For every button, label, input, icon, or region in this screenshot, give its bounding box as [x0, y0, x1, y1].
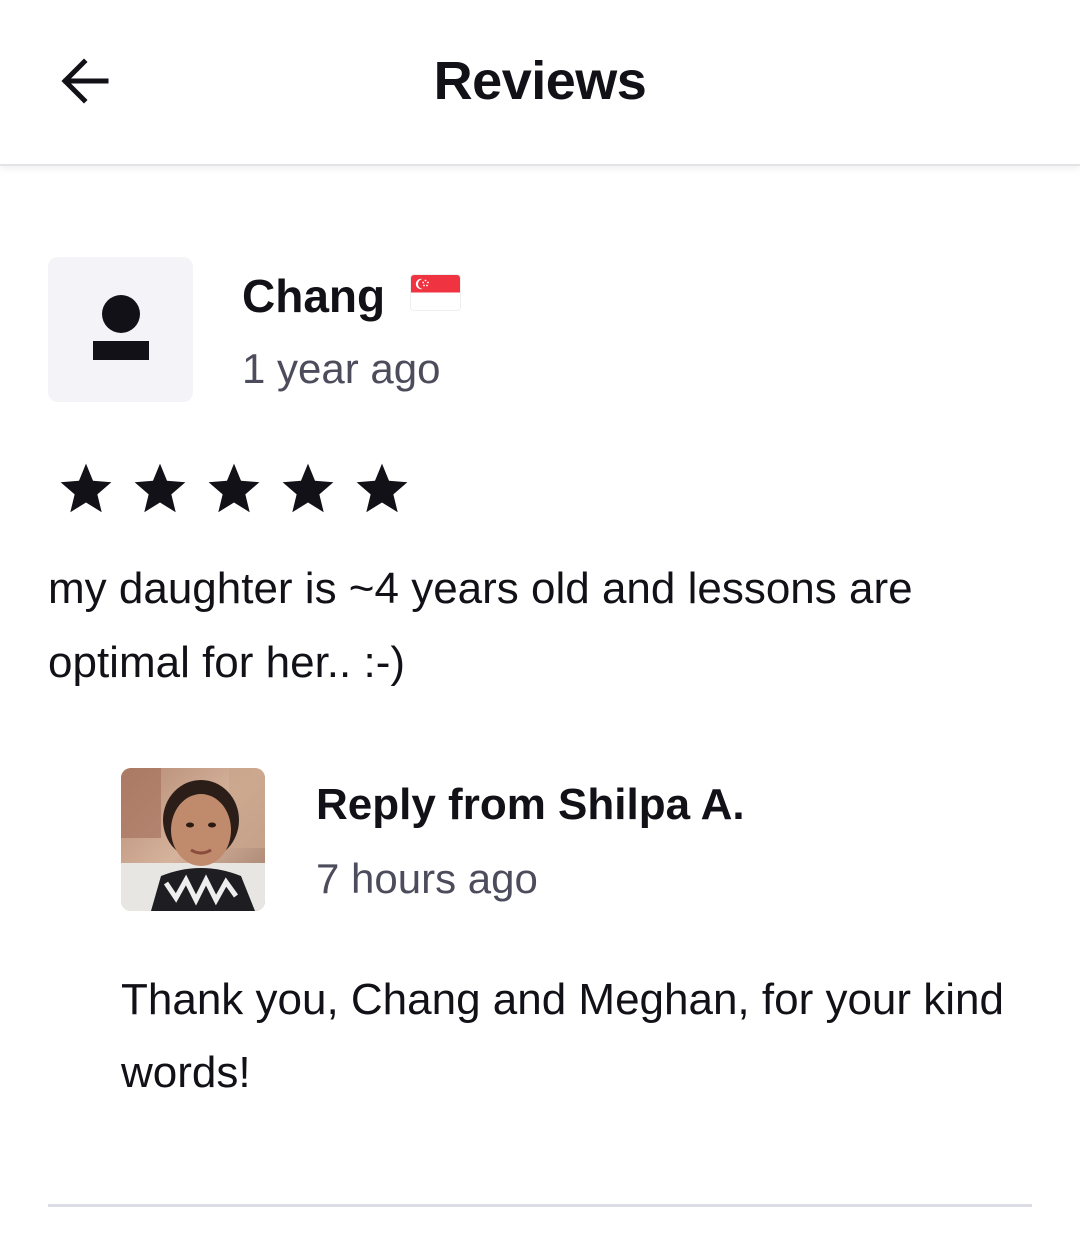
review-timestamp: 1 year ago	[242, 345, 441, 392]
star-icon	[282, 463, 334, 513]
star-icon	[208, 463, 260, 513]
reviewer-name: Chang	[242, 270, 386, 322]
star-icon	[60, 463, 112, 513]
singapore-flag-icon	[411, 275, 460, 310]
star-icon	[134, 463, 186, 513]
star-icon	[356, 463, 408, 513]
divider	[48, 1204, 1032, 1207]
page-title: Reviews	[433, 51, 647, 111]
review-text: my daughter is ~4 years old and lessons …	[48, 564, 913, 687]
reply-author-avatar	[121, 768, 265, 911]
reply-text: Thank you, Chang and Meghan, for your ki…	[121, 975, 1004, 1097]
top-app-bar: Reviews	[0, 0, 1080, 166]
reviewer-avatar	[48, 257, 193, 402]
reply-timestamp: 7 hours ago	[316, 855, 538, 902]
user-placeholder-icon	[93, 295, 149, 360]
reply-title: Reply from Shilpa A.	[316, 780, 745, 829]
star-rating	[56, 460, 412, 518]
